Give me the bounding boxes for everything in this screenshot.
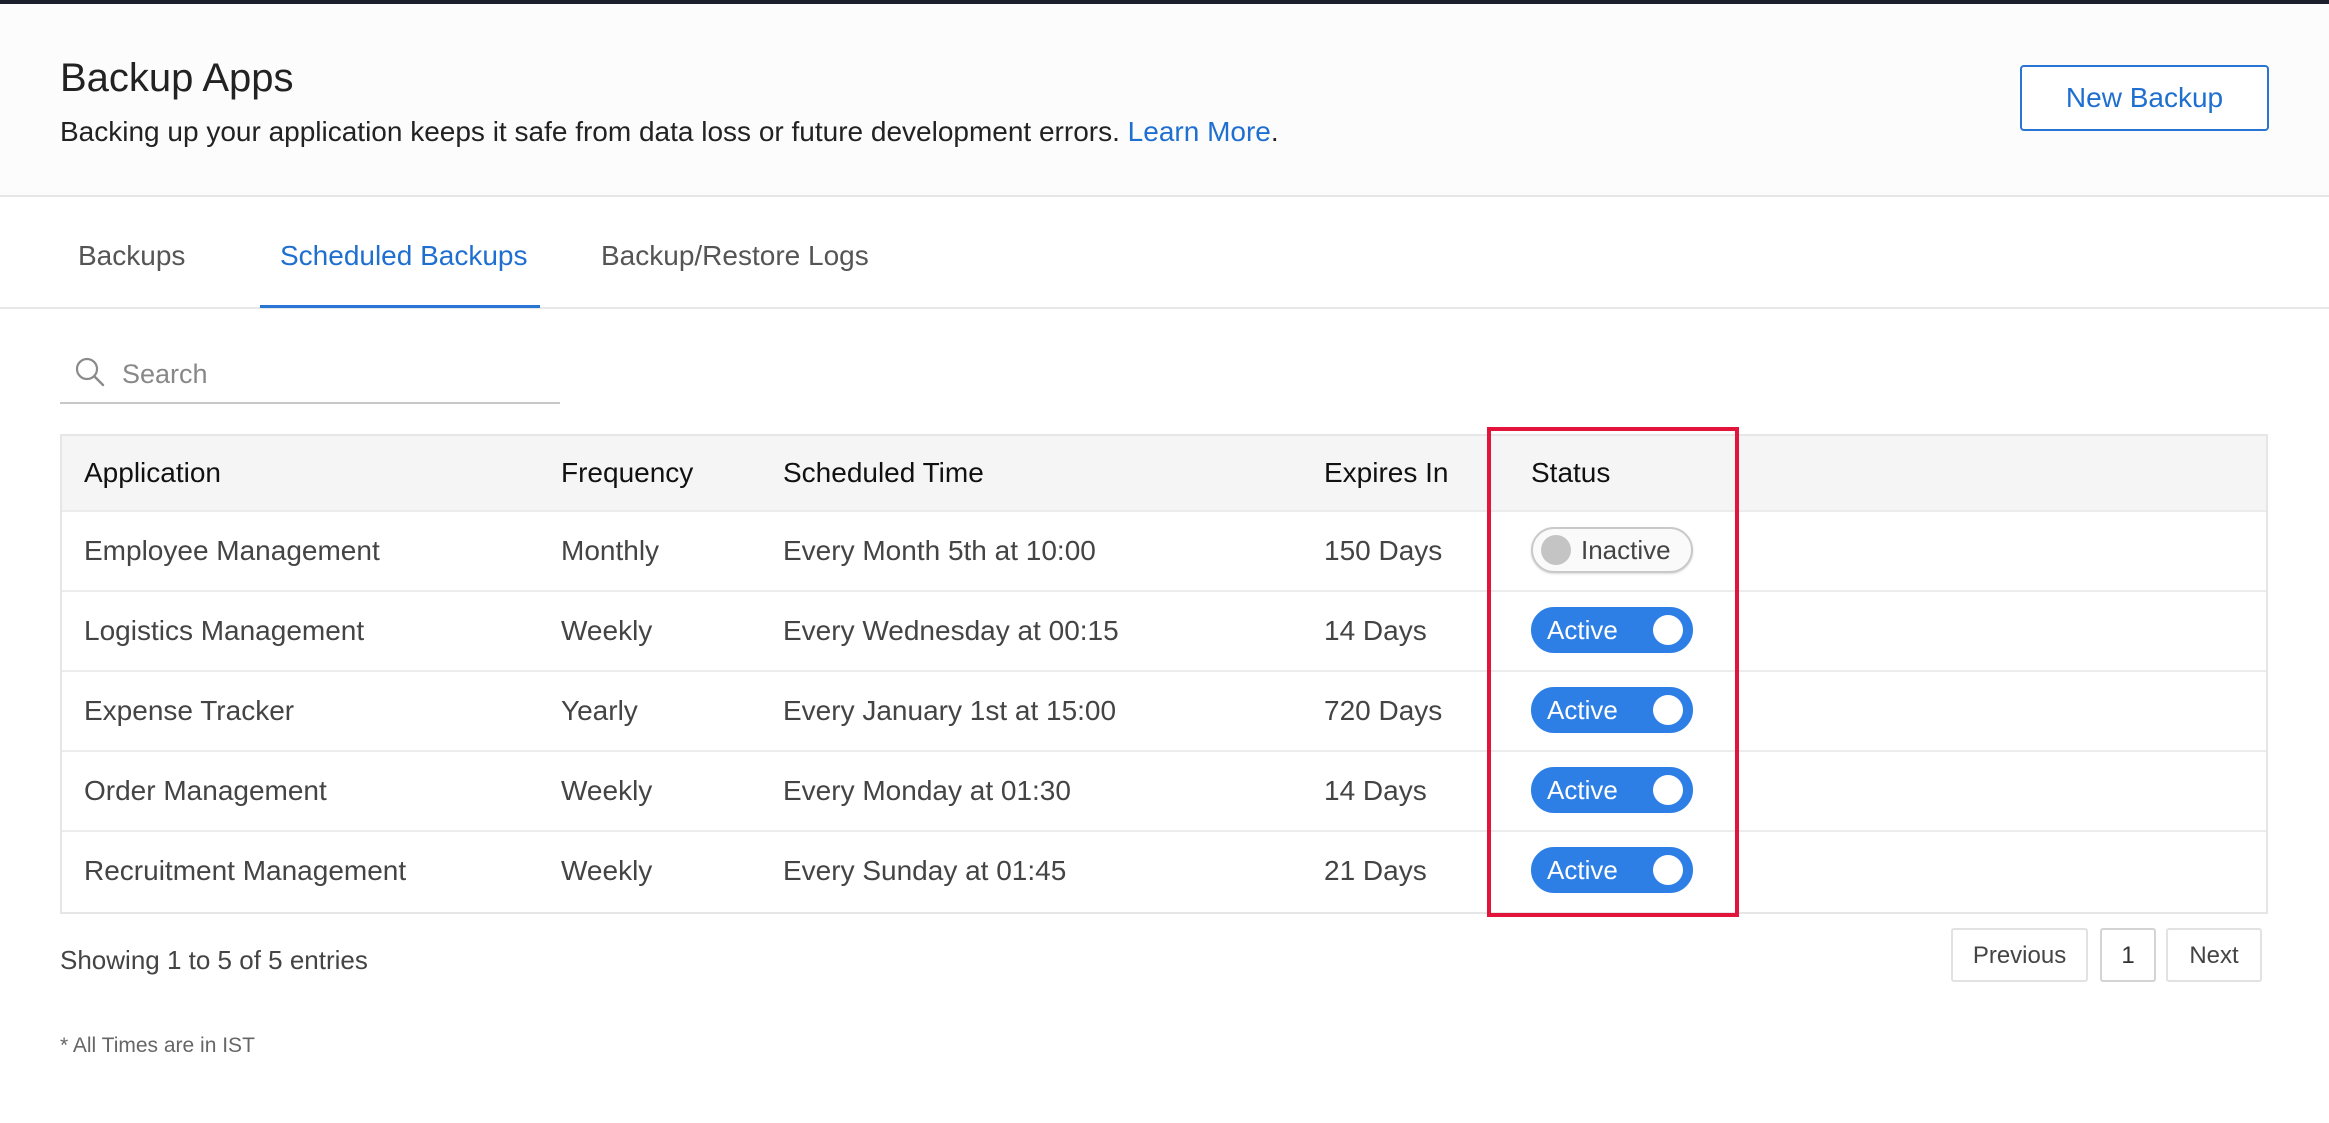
cell-expires-in: 14 Days bbox=[1324, 775, 1427, 806]
column-header-expires-in: Expires In bbox=[1324, 457, 1449, 488]
table-row: Logistics Management Weekly Every Wednes… bbox=[62, 592, 2266, 672]
entries-count: Showing 1 to 5 of 5 entries bbox=[60, 945, 368, 975]
column-header-application: Application bbox=[84, 457, 221, 488]
table-row: Recruitment Management Weekly Every Sund… bbox=[62, 832, 2266, 912]
status-toggle[interactable]: Active bbox=[1531, 687, 1693, 733]
status-toggle[interactable]: Inactive bbox=[1531, 527, 1693, 573]
tab-backups[interactable]: Backups bbox=[78, 240, 185, 272]
search-box bbox=[60, 350, 560, 404]
status-toggle-label: Active bbox=[1547, 775, 1618, 805]
cell-frequency: Weekly bbox=[561, 775, 653, 806]
table-row: Employee Management Monthly Every Month … bbox=[62, 512, 2266, 592]
timezone-note: * All Times are in IST bbox=[60, 1034, 255, 1057]
next-page-button[interactable]: Next bbox=[2166, 928, 2262, 982]
tab-backup-restore-logs[interactable]: Backup/Restore Logs bbox=[601, 240, 869, 272]
table-row: Expense Tracker Yearly Every January 1st… bbox=[62, 672, 2266, 752]
search-input[interactable] bbox=[120, 354, 544, 394]
cell-frequency: Monthly bbox=[561, 535, 660, 566]
cell-application: Logistics Management bbox=[84, 615, 365, 646]
toggle-knob-icon bbox=[1653, 775, 1683, 805]
scheduled-backups-table: Application Frequency Scheduled Time Exp… bbox=[60, 434, 2268, 914]
cell-frequency: Weekly bbox=[561, 615, 653, 646]
learn-more-link[interactable]: Learn More bbox=[1128, 116, 1271, 147]
cell-application: Recruitment Management bbox=[84, 855, 407, 886]
search-icon bbox=[75, 357, 105, 387]
new-backup-button[interactable]: New Backup bbox=[2020, 65, 2269, 131]
cell-scheduled-time: Every Wednesday at 00:15 bbox=[783, 615, 1119, 646]
cell-application: Order Management bbox=[84, 775, 327, 806]
cell-application: Expense Tracker bbox=[84, 695, 295, 726]
active-tab-indicator bbox=[260, 305, 540, 308]
cell-frequency: Yearly bbox=[561, 695, 638, 726]
cell-scheduled-time: Every January 1st at 15:00 bbox=[783, 695, 1117, 726]
page-description: Backing up your application keeps it saf… bbox=[60, 116, 1279, 148]
cell-application: Employee Management bbox=[84, 535, 380, 566]
previous-page-button[interactable]: Previous bbox=[1951, 928, 2088, 982]
page-number-button[interactable]: 1 bbox=[2100, 928, 2156, 982]
status-toggle[interactable]: Active bbox=[1531, 847, 1693, 893]
tab-scheduled-backups[interactable]: Scheduled Backups bbox=[280, 240, 528, 272]
cell-expires-in: 720 Days bbox=[1324, 695, 1443, 726]
cell-scheduled-time: Every Month 5th at 10:00 bbox=[783, 535, 1096, 566]
toggle-knob-icon bbox=[1653, 695, 1683, 725]
description-period: . bbox=[1270, 116, 1279, 147]
tab-bar: Backups Scheduled Backups Backup/Restore… bbox=[0, 197, 2329, 309]
column-header-scheduled-time: Scheduled Time bbox=[783, 457, 984, 488]
page-header: Backup Apps Backing up your application … bbox=[0, 4, 2329, 197]
status-toggle-label: Active bbox=[1547, 615, 1618, 645]
status-toggle-label: Active bbox=[1547, 695, 1618, 725]
cell-scheduled-time: Every Monday at 01:30 bbox=[783, 775, 1071, 806]
table-header-row: Application Frequency Scheduled Time Exp… bbox=[62, 436, 2266, 512]
column-header-frequency: Frequency bbox=[561, 457, 694, 488]
status-toggle[interactable]: Active bbox=[1531, 607, 1693, 653]
cell-frequency: Weekly bbox=[561, 855, 653, 886]
status-toggle-label: Active bbox=[1547, 855, 1618, 885]
description-text: Backing up your application keeps it saf… bbox=[60, 116, 1120, 147]
toggle-knob-icon bbox=[1653, 615, 1683, 645]
cell-scheduled-time: Every Sunday at 01:45 bbox=[783, 855, 1067, 886]
table-row: Order Management Weekly Every Monday at … bbox=[62, 752, 2266, 832]
cell-expires-in: 150 Days bbox=[1324, 535, 1443, 566]
status-toggle[interactable]: Active bbox=[1531, 767, 1693, 813]
cell-expires-in: 14 Days bbox=[1324, 615, 1427, 646]
cell-expires-in: 21 Days bbox=[1324, 855, 1427, 886]
toggle-knob-icon bbox=[1541, 535, 1571, 565]
column-header-status: Status bbox=[1531, 457, 1611, 488]
page-title: Backup Apps bbox=[60, 56, 294, 100]
toggle-knob-icon bbox=[1653, 855, 1683, 885]
status-toggle-label: Inactive bbox=[1581, 535, 1671, 565]
